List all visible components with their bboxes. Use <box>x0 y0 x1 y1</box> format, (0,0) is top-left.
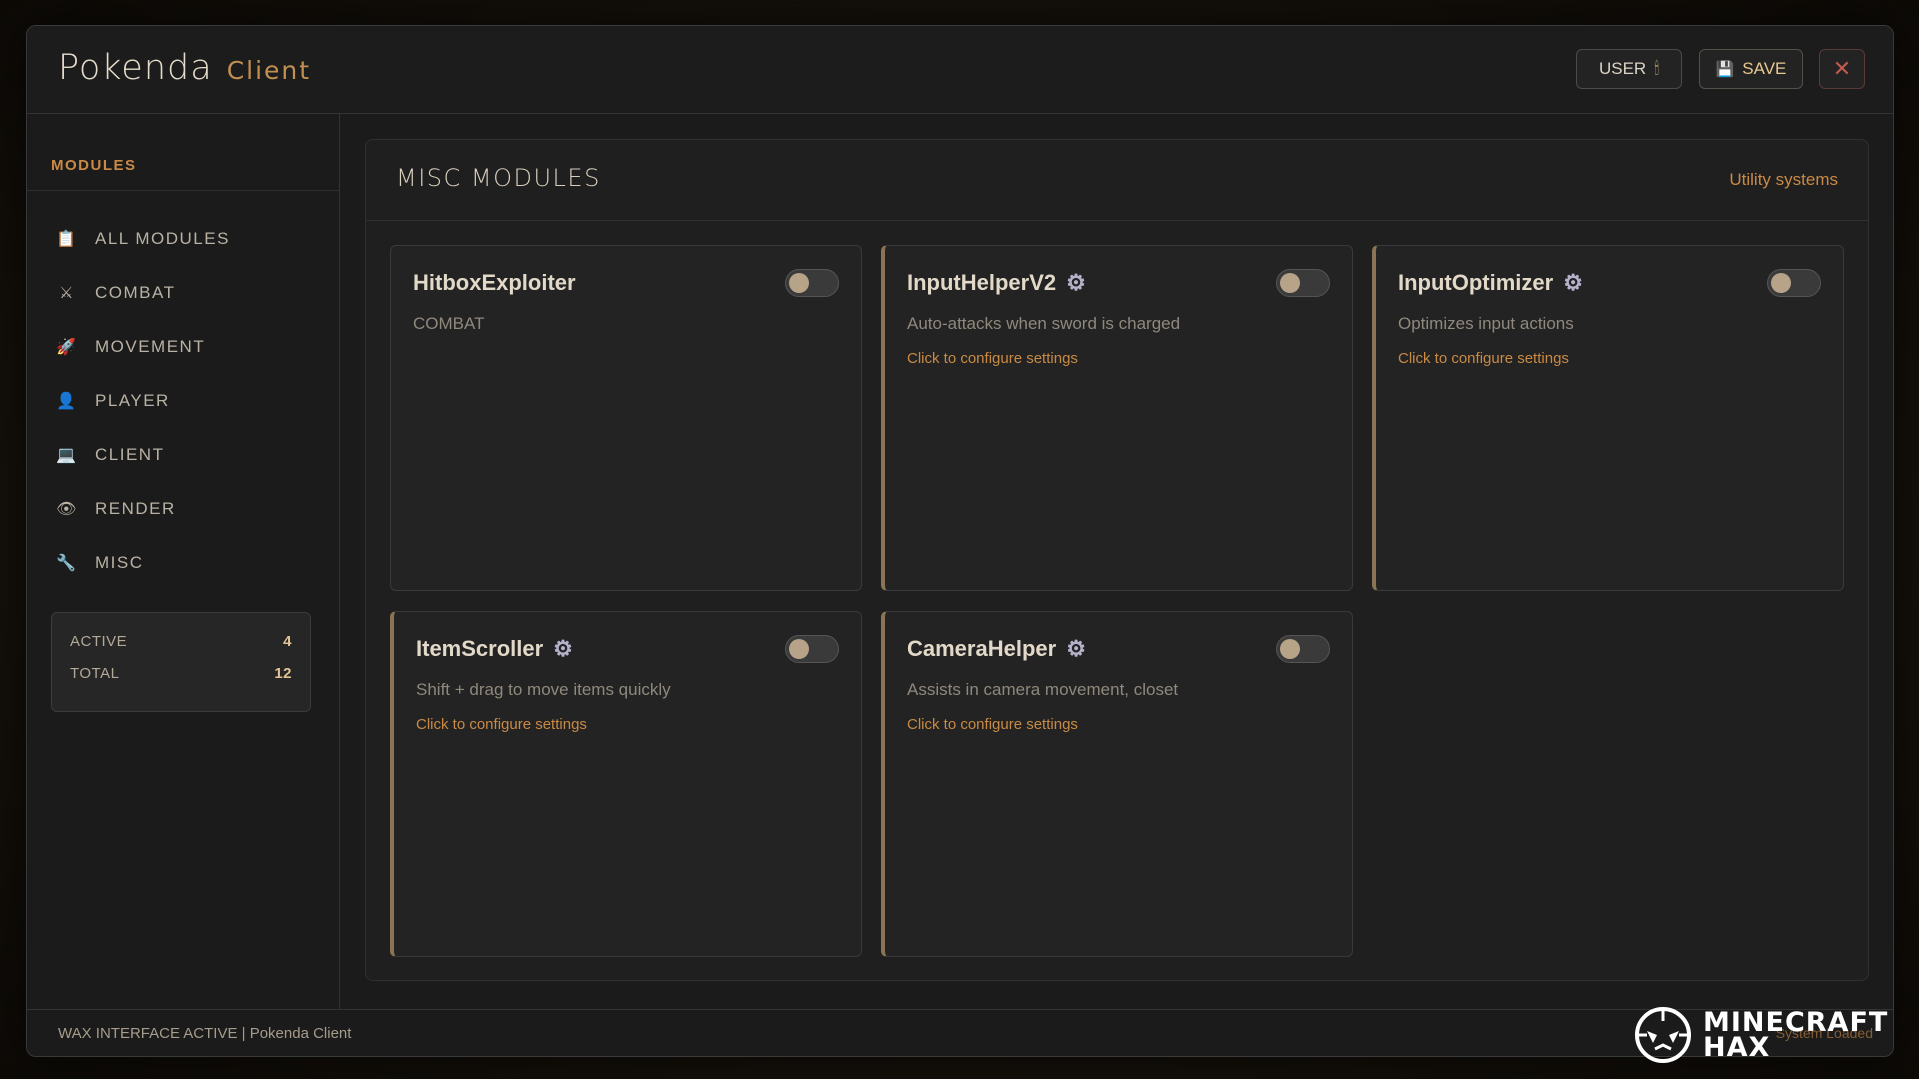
sidebar-title: MODULES <box>51 157 137 174</box>
watermark-text: MINECRAFT HAX <box>1703 1009 1888 1063</box>
save-button[interactable]: 💾 SAVE <box>1699 49 1803 89</box>
laptop-icon: 💻 <box>56 447 78 464</box>
module-title: InputHelperV2 ⚙ <box>907 270 1086 296</box>
watermark-logo-icon <box>1635 1007 1691 1063</box>
toggle-knob <box>1280 639 1300 659</box>
module-title: HitboxExploiter <box>413 270 576 296</box>
stat-value: 4 <box>283 633 292 650</box>
sidebar-item-player[interactable]: 👤 PLAYER <box>27 374 339 428</box>
panel-header: MISC MODULES Utility systems <box>366 140 1868 221</box>
module-description: Assists in camera movement, closet <box>907 680 1179 699</box>
toggle-knob <box>1280 273 1300 293</box>
module-description: COMBAT <box>413 314 485 333</box>
close-button[interactable]: ✕ <box>1819 49 1865 89</box>
module-description: Optimizes input actions <box>1398 314 1574 333</box>
module-card[interactable]: CameraHelper ⚙ Assists in camera movemen… <box>881 611 1353 957</box>
watermark: MINECRAFT HAX <box>1633 1005 1888 1065</box>
user-button-label: USER <box>1598 59 1647 78</box>
sidebar-item-misc[interactable]: 🔧 MISC <box>27 536 339 590</box>
configure-settings-link[interactable]: Click to configure settings <box>907 350 1078 367</box>
person-icon: 👤 <box>56 393 78 410</box>
module-name: InputOptimizer <box>1398 270 1554 295</box>
module-title: InputOptimizer ⚙ <box>1398 270 1583 296</box>
module-title: CameraHelper ⚙ <box>907 636 1086 662</box>
gear-icon[interactable]: ⚙ <box>1066 270 1086 296</box>
module-card[interactable]: InputHelperV2 ⚙ Auto-attacks when sword … <box>881 245 1353 591</box>
sidebar-divider <box>27 190 339 191</box>
configure-settings-link[interactable]: Click to configure settings <box>1398 350 1569 367</box>
eye-icon: 👁 <box>56 501 78 518</box>
stat-value: 12 <box>274 665 292 682</box>
floppy-disk-icon: 💾 <box>1715 61 1735 78</box>
sidebar-item-label: PLAYER <box>95 391 170 410</box>
rocket-icon: 🚀 <box>56 339 78 356</box>
toggle-knob <box>1771 273 1791 293</box>
sidebar-item-label: MISC <box>95 553 144 572</box>
toggle-knob <box>789 273 809 293</box>
module-toggle[interactable] <box>1276 635 1330 663</box>
module-title: ItemScroller ⚙ <box>416 636 573 662</box>
panel-title: MISC MODULES <box>396 164 601 192</box>
module-description: Shift + drag to move items quickly <box>416 680 671 699</box>
sidebar-item-label: COMBAT <box>95 283 176 302</box>
module-toggle[interactable] <box>785 269 839 297</box>
module-description: Auto-attacks when sword is charged <box>907 314 1181 333</box>
panel-subtitle: Utility systems <box>1729 170 1838 189</box>
gear-icon[interactable]: ⚙ <box>1563 270 1583 296</box>
save-button-label: SAVE <box>1742 59 1787 78</box>
configure-settings-link[interactable]: Click to configure settings <box>416 716 587 733</box>
footer: WAX INTERFACE ACTIVE | Pokenda Client Sy… <box>27 1009 1893 1056</box>
module-toggle[interactable] <box>1767 269 1821 297</box>
module-name: CameraHelper <box>907 636 1057 661</box>
watermark-line2: HAX <box>1703 1032 1771 1063</box>
sidebar-item-all-modules[interactable]: 📋 ALL MODULES <box>27 212 339 266</box>
sidebar-item-movement[interactable]: 🚀 MOVEMENT <box>27 320 339 374</box>
module-stats: ACTIVE 4 TOTAL 12 <box>51 612 311 712</box>
module-card[interactable]: HitboxExploiter COMBAT <box>390 245 862 591</box>
sidebar-item-label: CLIENT <box>95 445 165 464</box>
client-window: Pokenda Client USER 🕯 💾 SAVE ✕ MODULES 📋… <box>26 25 1894 1057</box>
user-button[interactable]: USER 🕯 <box>1576 49 1682 89</box>
gear-icon[interactable]: ⚙ <box>1066 636 1086 662</box>
sidebar-item-label: ALL MODULES <box>95 229 230 248</box>
crossed-swords-icon: ⚔ <box>59 285 75 302</box>
sidebar-item-label: MOVEMENT <box>95 337 206 356</box>
footer-status: WAX INTERFACE ACTIVE | Pokenda Client <box>58 1025 352 1042</box>
module-card[interactable]: ItemScroller ⚙ Shift + drag to move item… <box>390 611 862 957</box>
module-toggle[interactable] <box>1276 269 1330 297</box>
stat-active: ACTIVE 4 <box>70 633 292 665</box>
configure-settings-link[interactable]: Click to configure settings <box>907 716 1078 733</box>
clipboard-icon: 📋 <box>56 231 78 248</box>
sidebar-item-render[interactable]: 👁 RENDER <box>27 482 339 536</box>
sidebar-nav: 📋 ALL MODULES ⚔ COMBAT 🚀 MOVEMENT 👤 PLAY… <box>27 212 339 590</box>
stat-label: TOTAL <box>70 665 120 682</box>
module-toggle[interactable] <box>785 635 839 663</box>
sidebar-item-label: RENDER <box>95 499 176 518</box>
user-icon: 🕯 <box>1654 59 1660 78</box>
close-icon: ✕ <box>1832 56 1852 81</box>
modules-panel: MISC MODULES Utility systems HitboxExplo… <box>365 139 1869 981</box>
module-name: InputHelperV2 <box>907 270 1057 295</box>
sidebar-item-client[interactable]: 💻 CLIENT <box>27 428 339 482</box>
brand-name: Pokenda <box>58 48 213 88</box>
sidebar-item-combat[interactable]: ⚔ COMBAT <box>27 266 339 320</box>
sidebar: MODULES 📋 ALL MODULES ⚔ COMBAT 🚀 MOVEMEN… <box>27 114 340 1010</box>
brand-sub: Client <box>226 56 312 85</box>
stat-total: TOTAL 12 <box>70 665 292 697</box>
header: Pokenda Client USER 🕯 💾 SAVE ✕ <box>27 26 1893 114</box>
module-name: ItemScroller <box>416 636 544 661</box>
module-name: HitboxExploiter <box>413 270 576 295</box>
brand: Pokenda Client <box>58 48 311 88</box>
module-card[interactable]: InputOptimizer ⚙ Optimizes input actions… <box>1372 245 1844 591</box>
toggle-knob <box>789 639 809 659</box>
wrench-icon: 🔧 <box>56 555 78 572</box>
gear-icon[interactable]: ⚙ <box>553 636 573 662</box>
stat-label: ACTIVE <box>70 633 128 650</box>
